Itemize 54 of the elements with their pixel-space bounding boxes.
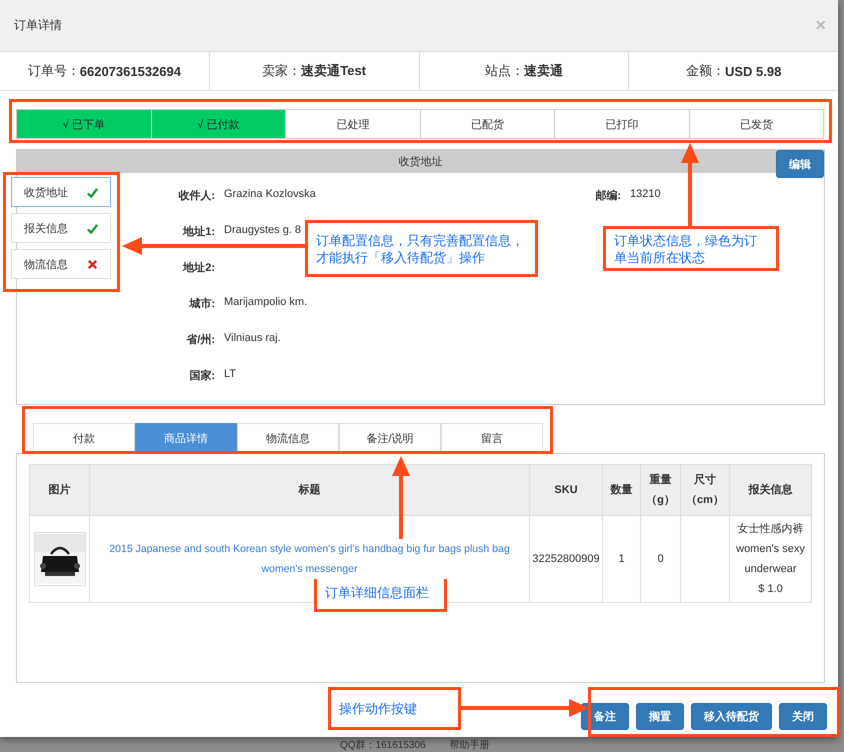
summary-cell: 站点：速卖通 xyxy=(420,52,630,90)
column-header: 数量 xyxy=(602,464,640,516)
dialog-title: 订单详情 xyxy=(14,17,62,34)
tab[interactable]: 留言 xyxy=(441,423,543,453)
table-cell: 32252800909 xyxy=(530,516,602,602)
customs-text: $ 1.0 xyxy=(757,582,784,597)
config-item[interactable]: 物流信息 xyxy=(11,249,111,279)
summary-cell: 卖家：速卖通Test xyxy=(210,52,420,90)
column-header: 重量（g） xyxy=(640,464,680,516)
config-item[interactable]: 收货地址 xyxy=(11,177,111,207)
column-header: 尺寸（cm） xyxy=(680,464,730,516)
customs-text: underwear xyxy=(744,562,798,577)
panel-title: 收货地址 xyxy=(398,155,442,169)
callout-note: 操作动作按键 xyxy=(328,687,461,730)
field-value: 13210 xyxy=(630,188,661,202)
column-header: 图片 xyxy=(30,464,90,516)
footer-text: QQ群：161615306 xyxy=(340,740,426,751)
action-button[interactable]: 关闭 xyxy=(779,703,827,730)
field-label: 地址2: xyxy=(183,262,215,274)
status-step: √ 已付款 xyxy=(152,110,286,138)
status-step: 已配货 xyxy=(420,110,555,138)
summary-cell-text: 金额：USD 5.98 xyxy=(684,62,782,80)
field-value: LT xyxy=(224,368,236,382)
field-value: Grazina Kozlovska xyxy=(224,188,316,202)
status-step: √ 已下单 xyxy=(17,110,152,138)
field-label: 城市: xyxy=(189,298,215,310)
tab[interactable]: 商品详情 xyxy=(135,423,237,453)
field-value: Marijampolio km. xyxy=(224,296,308,310)
column-header: 标题 xyxy=(90,464,530,516)
tab[interactable]: 付款 xyxy=(33,423,135,453)
footer-text: 帮助手册 xyxy=(450,740,490,751)
customs-text: 女士性感内裤 xyxy=(736,522,804,537)
table-cell: 0 xyxy=(640,516,680,602)
field-label: 国家: xyxy=(189,370,215,382)
column-header: SKU xyxy=(530,464,602,516)
summary-cell: 订单号：66207361532694 xyxy=(0,52,210,90)
action-button[interactable]: 移入待配货 xyxy=(691,703,772,730)
field-value: Draugystes g. 8 xyxy=(224,224,302,238)
table-cell: 1 xyxy=(602,516,640,602)
callout-note: 订单配置信息，只有完善配置信息，才能执行「移入待配货」操作 xyxy=(305,220,538,277)
field-label: 邮编: xyxy=(594,188,621,204)
field-label: 地址1: xyxy=(183,226,215,238)
tab[interactable]: 物流信息 xyxy=(237,423,339,453)
edit-button[interactable]: 编辑 xyxy=(776,150,824,178)
field-label: 收件人: xyxy=(178,190,215,202)
tab[interactable]: 备注/说明 xyxy=(339,423,441,453)
action-button[interactable]: 备注 xyxy=(581,703,629,730)
callout-note: 订单状态信息，绿色为订单当前所在状态 xyxy=(603,226,779,271)
field-value: Vilniaus raj. xyxy=(224,332,281,346)
config-item[interactable]: 报关信息 xyxy=(11,213,111,243)
column-header: 报关信息 xyxy=(730,464,812,516)
customs-text: women's sexy xyxy=(735,542,806,557)
field-label: 省/州: xyxy=(186,334,215,346)
action-button[interactable]: 搁置 xyxy=(636,703,684,730)
